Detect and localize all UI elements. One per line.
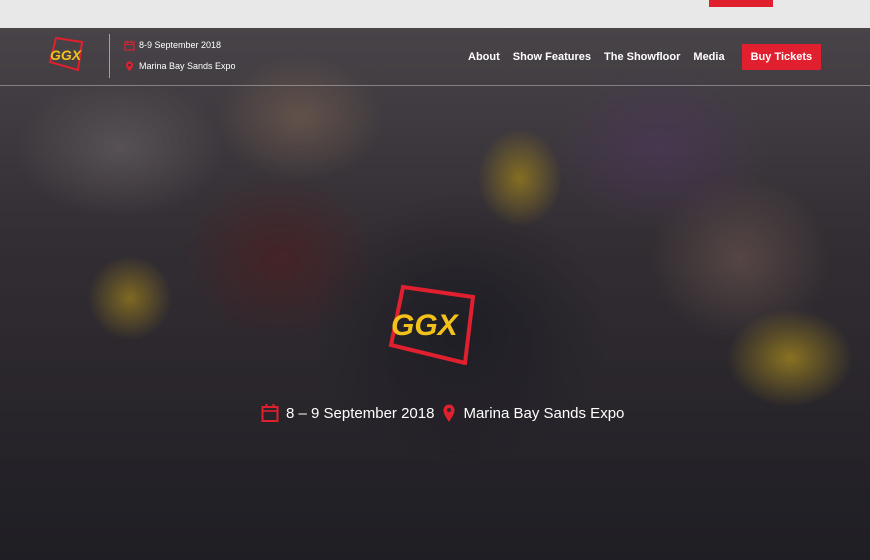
main-nav: About Show Features The Showfloor Media …: [468, 28, 822, 86]
svg-text:GGX: GGX: [391, 309, 460, 342]
nav-the-showfloor[interactable]: The Showfloor: [604, 51, 680, 63]
header-divider: [109, 34, 110, 78]
svg-text:GGX: GGX: [50, 47, 83, 63]
calendar-icon: [124, 40, 135, 51]
nav-about[interactable]: About: [468, 51, 500, 63]
location-pin-icon: [126, 61, 133, 71]
hero-date: 8 – 9 September 2018: [286, 404, 435, 422]
ggx-logo-large: GGX: [388, 284, 476, 365]
hero-venue: Marina Bay Sands Expo: [463, 404, 625, 422]
header-date: 8-9 September 2018: [139, 40, 222, 50]
nav-show-features[interactable]: Show Features: [513, 51, 591, 63]
browser-top-bar: [0, 0, 870, 28]
nav-media[interactable]: Media: [693, 51, 724, 63]
header-event-info: 8-9 September 2018 Marina Bay Sands Expo: [124, 39, 236, 81]
calendar-icon: [261, 404, 279, 422]
site-header: GGX 8-9 September 2018 Marina Bay Sands …: [0, 28, 870, 86]
buy-tickets-button[interactable]: Buy Tickets: [741, 44, 822, 70]
ggx-logo-small[interactable]: GGX: [46, 36, 88, 74]
header-venue: Marina Bay Sands Expo: [139, 61, 236, 71]
top-red-tab[interactable]: [709, 0, 773, 7]
location-pin-icon: [443, 404, 455, 422]
hero-event-info: 8 – 9 September 2018 Marina Bay Sands Ex…: [261, 402, 624, 424]
